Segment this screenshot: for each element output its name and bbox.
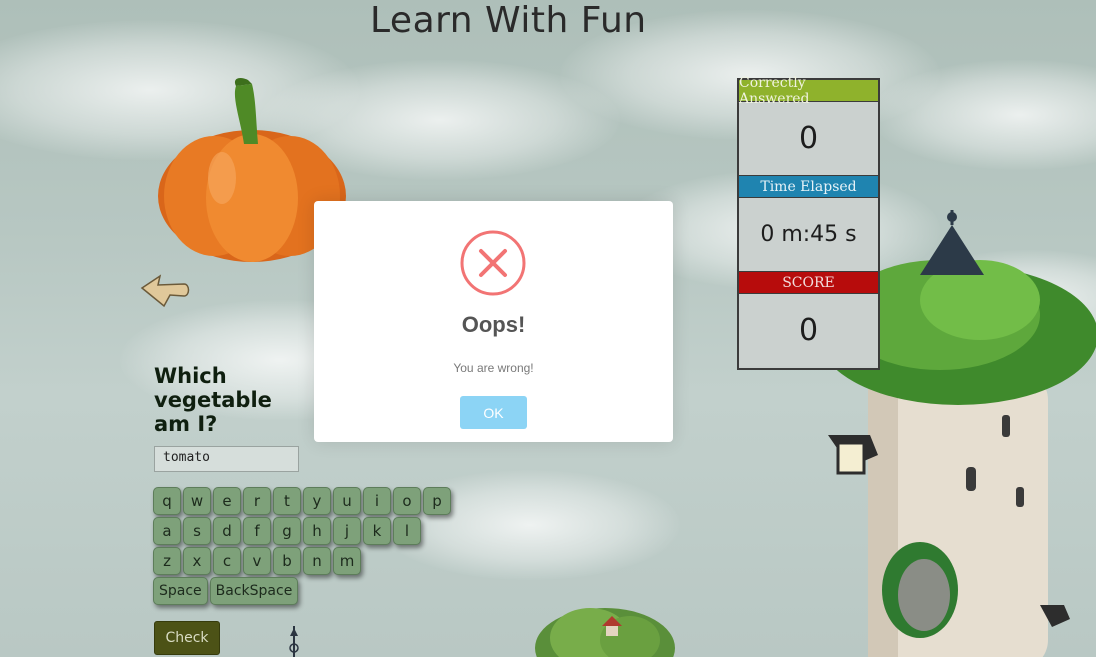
dialog-message: You are wrong! [453, 361, 534, 375]
dialog-title: Oops! [461, 312, 526, 337]
error-x-icon [460, 230, 526, 296]
ok-button[interactable]: OK [460, 396, 527, 429]
error-dialog: Oops! You are wrong! OK [314, 201, 673, 442]
